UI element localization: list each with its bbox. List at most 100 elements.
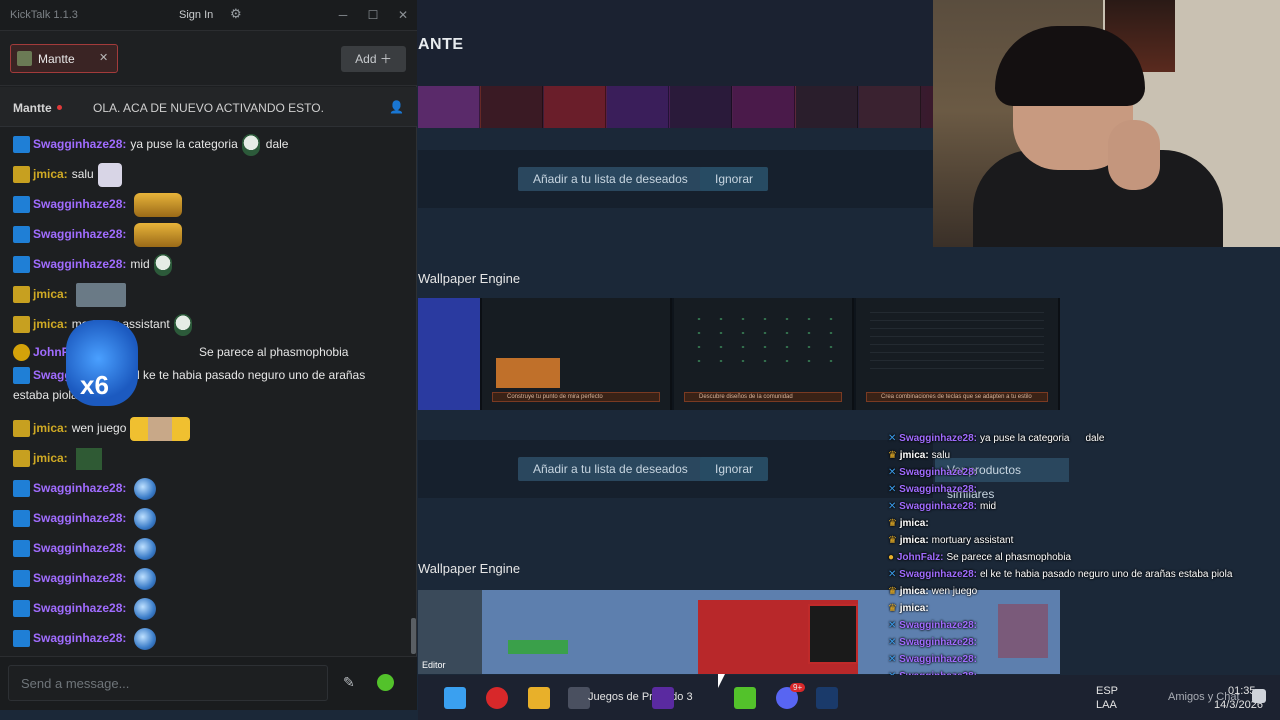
overlay-username: Swagginhaze28: (899, 433, 977, 444)
chat-username[interactable]: Swagginhaze28: (33, 137, 126, 151)
ignore-button[interactable]: Ignorar (700, 167, 769, 191)
art-tile[interactable] (607, 86, 669, 128)
chat-message[interactable]: jmica: wen juego (13, 413, 194, 443)
overlay-username: Swagginhaze28: (899, 501, 977, 512)
user-icon[interactable]: 👤 (389, 100, 404, 114)
overlay-chat-message: ✕ Swagginhaze28: el ke te habia pasado ne… (888, 566, 1232, 583)
verified-badge-icon (13, 196, 30, 214)
pinned-message[interactable]: Mantte OLA. ACA DE NUEVO ACTIVANDO ESTO.… (0, 87, 417, 127)
add-button[interactable]: Add ＋ (341, 46, 406, 72)
chat-text-continued: dale (265, 137, 289, 151)
screenshot-thumb[interactable]: Crea combinaciones de teclas que se adap… (856, 298, 1060, 410)
emote-picker-icon[interactable]: ✎ (343, 674, 363, 692)
verified-badge-icon (13, 256, 30, 274)
crown-badge-icon: ♛ (888, 518, 900, 529)
chat-message[interactable]: Swagginhaze28: ya puse la categoria dale (13, 129, 288, 159)
chat-username[interactable]: Swagginhaze28: (33, 481, 126, 495)
chat-username[interactable]: Swagginhaze28: (33, 197, 126, 211)
close-tab-icon[interactable]: ✕ (99, 51, 108, 64)
steam-icon[interactable] (816, 687, 838, 709)
chat-message[interactable]: Swagginhaze28: (13, 533, 160, 563)
chat-username[interactable]: jmica: (33, 451, 68, 465)
windows-start-icon[interactable] (444, 687, 466, 709)
kick-emote-icon[interactable] (377, 674, 394, 691)
chat-username[interactable]: jmica: (33, 287, 68, 301)
ignore-button[interactable]: Ignorar (700, 457, 769, 481)
art-tile[interactable] (481, 86, 543, 128)
opera-icon[interactable] (486, 687, 508, 709)
overlay-username: jmica: (899, 535, 929, 546)
tab-label: Mantte (38, 52, 75, 66)
chat-message[interactable]: Swagginhaze28: (13, 503, 160, 533)
chat-text: el ke te habia pasado neguro uno de arañ… (130, 368, 366, 382)
chat-message[interactable]: Swagginhaze28: (13, 593, 160, 623)
coin-badge-icon: ● (888, 552, 897, 563)
overlay-text: wen juego (931, 586, 978, 597)
art-tile[interactable] (796, 86, 858, 128)
chat-message[interactable]: jmica: salu (13, 159, 126, 189)
gear-icon[interactable]: ⚙ (230, 7, 244, 21)
premiere-icon[interactable] (652, 687, 674, 709)
live-dot-icon (57, 105, 62, 110)
maximize-icon[interactable]: ☐ (366, 8, 380, 22)
add-to-wishlist-button[interactable]: Añadir a tu lista de deseados (518, 457, 703, 481)
chat-username[interactable]: Swagginhaze28: (33, 541, 126, 555)
taskbar: Juegos de Pregado 3 9+ ESP LAA Amigos y … (418, 675, 1280, 720)
screenshot-thumb[interactable]: Descubre diseños de la comunidad (674, 298, 854, 410)
add-to-wishlist-button[interactable]: Añadir a tu lista de deseados (518, 167, 703, 191)
chat-username[interactable]: jmica: (33, 421, 68, 435)
chat-username[interactable]: jmica: (33, 317, 68, 331)
platform-sprite (508, 640, 568, 654)
art-tile[interactable] (859, 86, 921, 128)
notification-icon[interactable] (1252, 689, 1266, 703)
window-title[interactable]: Juegos de Pregado 3 (588, 691, 693, 703)
message-input[interactable]: Send a message... (8, 665, 328, 701)
chat-message[interactable]: Swagginhaze28: (13, 563, 160, 593)
kicktalk-icon[interactable] (734, 687, 756, 709)
close-icon[interactable]: ✕ (396, 8, 410, 22)
section-title[interactable]: Wallpaper Engine (418, 271, 520, 286)
art-tile[interactable] (544, 86, 606, 128)
chat-username[interactable]: Swagginhaze28: (33, 631, 126, 645)
crown-badge-icon (13, 420, 30, 438)
overlay-username: JohnFalz: (896, 552, 944, 563)
chat-username[interactable]: Swagginhaze28: (33, 601, 126, 615)
overlay-text: mortuary assistant (931, 535, 1014, 546)
overlay-chat-message: ♛ jmica: salu (888, 447, 950, 464)
chat-message[interactable]: Swagginhaze28: (13, 473, 160, 503)
verified-badge-icon: ✕ (888, 654, 900, 665)
art-tile[interactable] (733, 86, 795, 128)
pinned-text: OLA. ACA DE NUEVO ACTIVANDO ESTO. (93, 101, 324, 115)
chat-message[interactable]: Swagginhaze28: (13, 219, 186, 249)
wishlist-row: Añadir a tu lista de deseados Ignorar (418, 440, 933, 498)
emote-icon (134, 192, 183, 217)
chat-message[interactable]: Swagginhaze28: (13, 623, 160, 653)
scrollbar[interactable] (411, 618, 416, 654)
chat-message[interactable]: JohnFalz: Se parece al phasmophobia (13, 337, 348, 367)
chat-text: ya puse la categoria (130, 137, 238, 151)
chat-message[interactable]: Swagginhaze28: mid (13, 249, 176, 279)
chat-username[interactable]: Swagginhaze28: (33, 227, 126, 241)
chat-message[interactable]: jmica: (13, 443, 106, 473)
overlay-text: ya puse la categoria (979, 433, 1070, 444)
art-tile[interactable] (418, 86, 480, 128)
lang-code[interactable]: ESP (1096, 685, 1118, 697)
app-icon[interactable] (568, 687, 590, 709)
chat-username[interactable]: Swagginhaze28: (33, 511, 126, 525)
screenshot-thumb[interactable] (418, 298, 482, 410)
lang-region[interactable]: LAA (1096, 699, 1117, 711)
tab-mantte[interactable]: Mantte ✕ (10, 44, 118, 73)
verified-badge-icon (13, 630, 30, 648)
art-tile[interactable] (670, 86, 732, 128)
screenshot-thumb[interactable]: Construye tu punto de mira perfecto (482, 298, 672, 410)
section-title[interactable]: Wallpaper Engine (418, 561, 520, 576)
chat-username[interactable]: Swagginhaze28: (33, 571, 126, 585)
minimize-icon[interactable]: ─ (336, 8, 350, 22)
chat-username[interactable]: Swagginhaze28: (33, 257, 126, 271)
chat-username[interactable]: jmica: (33, 167, 68, 181)
folder-icon[interactable] (528, 687, 550, 709)
chat-message[interactable]: jmica: (13, 279, 130, 309)
verified-badge-icon (13, 600, 30, 618)
chat-message[interactable]: Swagginhaze28: (13, 189, 186, 219)
sign-in-button[interactable]: Sign In (179, 9, 213, 21)
